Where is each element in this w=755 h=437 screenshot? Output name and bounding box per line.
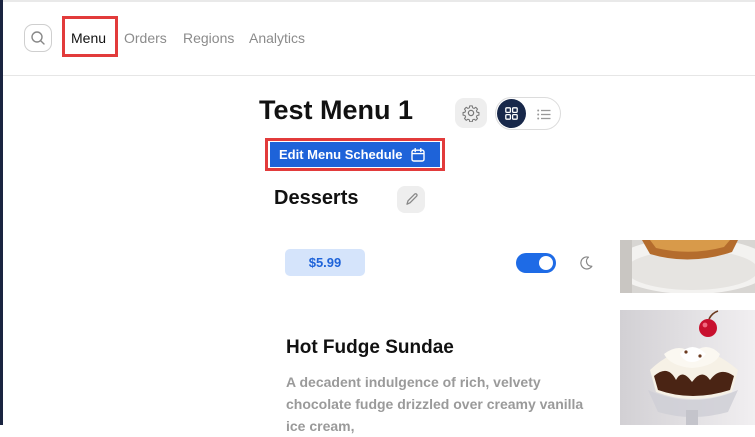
search-button[interactable] <box>24 24 52 52</box>
section-title: Desserts <box>274 187 359 209</box>
menu-tab-highlight <box>62 16 118 57</box>
item-description: A decadent indulgence of rich, velvety c… <box>286 374 584 434</box>
sundae-image <box>620 310 755 425</box>
grid-icon <box>505 107 518 120</box>
gear-icon <box>462 105 480 122</box>
nav-link-orders[interactable]: Orders <box>124 30 167 46</box>
grid-view-button[interactable] <box>497 99 526 128</box>
menu-settings-button[interactable] <box>455 98 487 128</box>
pie-slice-image <box>620 240 755 293</box>
menu-title: Test Menu 1 <box>259 95 414 125</box>
edit-schedule-highlight <box>265 138 445 171</box>
list-icon <box>537 109 551 119</box>
nav-link-analytics[interactable]: Analytics <box>249 30 305 46</box>
item-name: Hot Fudge Sundae <box>286 337 454 358</box>
list-view-button[interactable] <box>534 104 554 124</box>
edit-section-button[interactable] <box>397 186 425 213</box>
view-mode-toggle <box>495 97 561 130</box>
nav-link-regions[interactable]: Regions <box>183 30 234 46</box>
availability-toggle[interactable] <box>516 253 556 273</box>
price-badge: $5.99 <box>285 249 365 276</box>
toggle-knob <box>539 256 553 270</box>
moon-icon[interactable] <box>578 255 594 271</box>
pencil-icon <box>405 193 418 205</box>
search-icon <box>31 31 45 45</box>
